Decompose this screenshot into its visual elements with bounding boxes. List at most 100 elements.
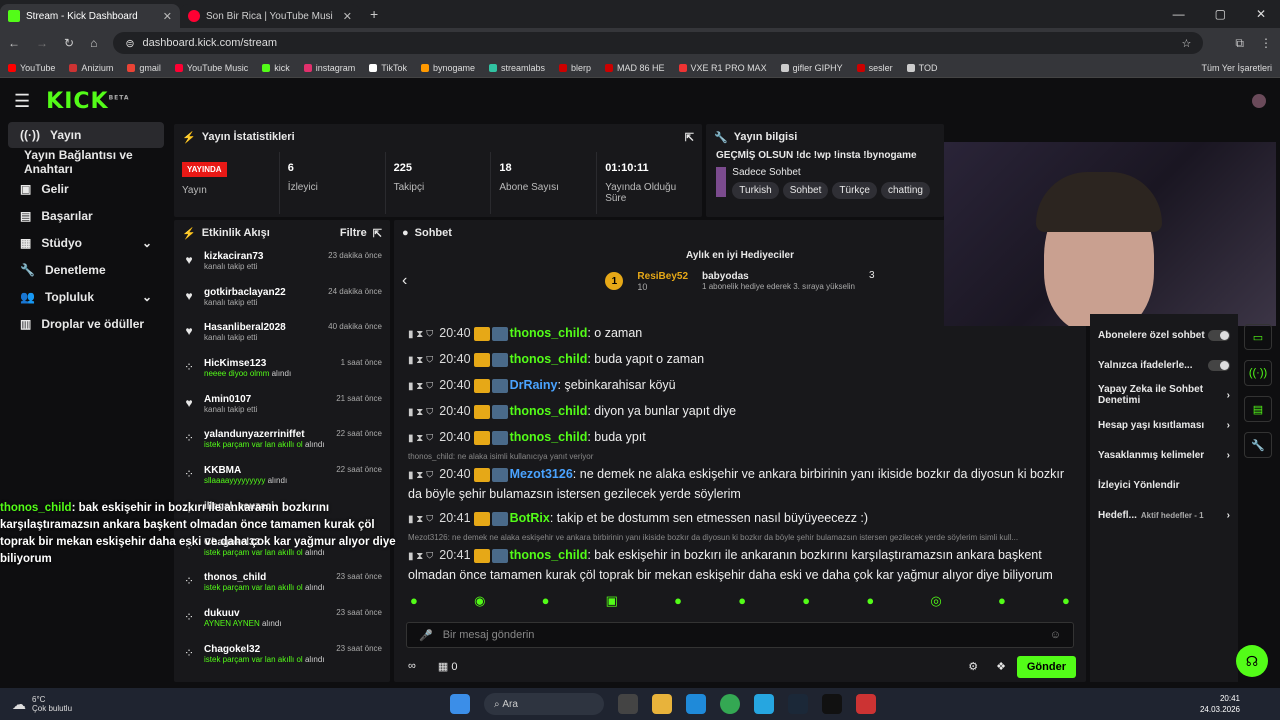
popout-icon[interactable]: ⇱ <box>373 227 382 240</box>
emote-icon[interactable]: ● <box>866 593 874 609</box>
popout-icon[interactable]: ⇱ <box>685 131 694 144</box>
message-username[interactable]: thonos_child <box>510 326 588 340</box>
message-username[interactable]: BotRix <box>510 511 550 525</box>
bookmark-item[interactable]: VXE R1 PRO MAX <box>678 63 767 73</box>
message-actions-icon[interactable]: ▮ ⧗ ⛉ <box>408 551 433 562</box>
close-window-icon[interactable]: ✕ <box>1256 7 1266 21</box>
bookmark-item[interactable]: blerp <box>559 63 591 73</box>
message-actions-icon[interactable]: ▮ ⧗ ⛉ <box>408 514 433 525</box>
windows-start-icon[interactable] <box>450 694 470 714</box>
message-username[interactable]: thonos_child <box>510 430 588 444</box>
tag[interactable]: Türkçe <box>832 182 877 199</box>
emote-icon[interactable]: ▣ <box>606 593 618 609</box>
emote-icon[interactable]: ● <box>802 593 810 609</box>
message-username[interactable]: Mezot3126 <box>510 467 573 481</box>
tab-kick-dashboard[interactable]: Stream - Kick Dashboard ✕ <box>0 4 180 28</box>
emote-icon[interactable]: ● <box>410 593 418 609</box>
taskbar-search[interactable]: ⌕ Ara <box>484 693 604 715</box>
menu-icon[interactable]: ⋮ <box>1260 36 1272 50</box>
sidebar-item-basarilar[interactable]: ▤ Başarılar <box>8 203 164 229</box>
chat-setting-item[interactable]: İzleyici Yönlendir <box>1098 470 1230 500</box>
wrench-icon[interactable]: 🔧 <box>1244 432 1272 458</box>
emote-icon[interactable]: ◎ <box>930 593 941 609</box>
bookmark-item[interactable]: sesler <box>856 63 893 73</box>
emote-icon[interactable]: ◉ <box>474 593 485 609</box>
chevron-left-icon[interactable]: ‹ <box>402 272 407 290</box>
tag[interactable]: Turkish <box>732 182 779 199</box>
hamburger-menu-icon[interactable]: ☰ <box>14 91 30 112</box>
bookmark-item[interactable]: TikTok <box>369 63 407 73</box>
telegram-icon[interactable] <box>754 694 774 714</box>
shop-icon[interactable]: ▦ <box>438 661 448 673</box>
panel-icon[interactable]: ▤ <box>1244 396 1272 422</box>
sidebar-item-gelir[interactable]: ▣ Gelir <box>8 176 164 202</box>
extensions-icon[interactable]: ⧉ <box>1235 36 1244 51</box>
gift-icon[interactable]: ❖ <box>996 660 1006 673</box>
toggle-switch[interactable] <box>1208 329 1230 341</box>
bookmark-item[interactable]: bynogame <box>420 63 475 73</box>
sidebar-item-studyo[interactable]: ▦ Stüdyo ⌄ <box>8 230 164 256</box>
message-username[interactable]: thonos_child <box>510 352 588 366</box>
message-actions-icon[interactable]: ▮ ⧗ ⛉ <box>408 329 433 340</box>
all-bookmarks[interactable]: Tüm Yer İşaretleri <box>1201 63 1272 73</box>
steam-icon[interactable] <box>788 694 808 714</box>
taskbar-clock[interactable]: 20:41 24.03.2026 <box>1200 693 1240 715</box>
minimize-icon[interactable]: — <box>1173 7 1185 21</box>
chat-icon[interactable]: ▭ <box>1244 324 1272 350</box>
chat-setting-item[interactable]: Yalnızca ifadelerle... <box>1098 350 1230 380</box>
new-tab-button[interactable]: + <box>360 6 388 28</box>
bookmark-item[interactable]: YouTube <box>8 63 55 73</box>
message-actions-icon[interactable]: ▮ ⧗ ⛉ <box>408 470 433 481</box>
tab-youtube-music[interactable]: Son Bir Rica | YouTube Musi ✕ <box>180 4 360 28</box>
send-button[interactable]: Gönder <box>1016 656 1076 678</box>
task-view-icon[interactable] <box>618 694 638 714</box>
back-icon[interactable]: ← <box>8 36 20 50</box>
chat-setting-item[interactable]: Yasaklanmış kelimeler › <box>1098 440 1230 470</box>
site-info-icon[interactable]: ⊜ <box>125 37 134 50</box>
tag[interactable]: chatting <box>880 182 930 199</box>
bookmark-item[interactable]: TOD <box>906 63 937 73</box>
points-icon[interactable]: ∞ <box>408 660 416 673</box>
bookmark-item[interactable]: gmail <box>127 63 161 73</box>
chat-input[interactable]: 🎤 Bir mesaj gönderin ☺ <box>406 622 1074 648</box>
emote-icon[interactable]: ● <box>738 593 746 609</box>
sidebar-item-topluluk[interactable]: 👥 Topluluk ⌄ <box>8 284 164 310</box>
emote-icon[interactable]: ● <box>1062 593 1070 609</box>
chat-setting-item[interactable]: Hesap yaşı kısıtlaması › <box>1098 410 1230 440</box>
message-username[interactable]: DrRainy <box>510 378 558 392</box>
bookmark-item[interactable]: YouTube Music <box>174 63 248 73</box>
settings-icon[interactable]: ⚙ <box>968 660 978 673</box>
message-actions-icon[interactable]: ▮ ⧗ ⛉ <box>408 433 433 444</box>
reload-icon[interactable]: ↻ <box>64 36 74 50</box>
emoji-icon[interactable]: ☺ <box>1050 629 1061 641</box>
message-actions-icon[interactable]: ▮ ⧗ ⛉ <box>408 407 433 418</box>
edge-icon[interactable] <box>686 694 706 714</box>
close-icon[interactable]: ✕ <box>343 10 352 23</box>
filter-button[interactable]: Filtre <box>340 227 367 239</box>
bookmark-item[interactable]: MAD 86 HE <box>605 63 665 73</box>
tag[interactable]: Sohbet <box>782 182 829 199</box>
star-icon[interactable]: ☆ <box>1182 37 1192 50</box>
chat-setting-item[interactable]: Hedefl... Aktif hedefler - 1 › <box>1098 500 1230 530</box>
broadcast-icon[interactable]: ((·)) <box>1244 360 1272 386</box>
bookmark-item[interactable]: instagram <box>303 63 355 73</box>
bookmark-item[interactable]: streamlabs <box>489 63 545 73</box>
obs-icon[interactable] <box>856 694 876 714</box>
kick-logo[interactable]: KICKBETA <box>46 89 129 114</box>
message-username[interactable]: thonos_child <box>510 404 588 418</box>
message-actions-icon[interactable]: ▮ ⧗ ⛉ <box>408 381 433 392</box>
sidebar-item-yayin[interactable]: ((·)) Yayın <box>8 122 164 148</box>
weather-widget[interactable]: ☁ 6°C Çok bulutlu <box>0 695 72 713</box>
avatar[interactable] <box>1252 94 1266 108</box>
bookmark-item[interactable]: kick <box>262 63 290 73</box>
epic-games-icon[interactable] <box>822 694 842 714</box>
chrome-icon[interactable] <box>720 694 740 714</box>
emote-icon[interactable]: ● <box>674 593 682 609</box>
emote-icon[interactable]: ● <box>542 593 550 609</box>
sidebar-item-denetleme[interactable]: 🔧 Denetleme <box>8 257 164 283</box>
file-explorer-icon[interactable] <box>652 694 672 714</box>
message-actions-icon[interactable]: ▮ ⧗ ⛉ <box>408 355 433 366</box>
support-headset-icon[interactable]: ☊ <box>1236 645 1268 677</box>
bookmark-item[interactable]: gifler GIPHY <box>780 63 843 73</box>
close-icon[interactable]: ✕ <box>163 10 172 23</box>
